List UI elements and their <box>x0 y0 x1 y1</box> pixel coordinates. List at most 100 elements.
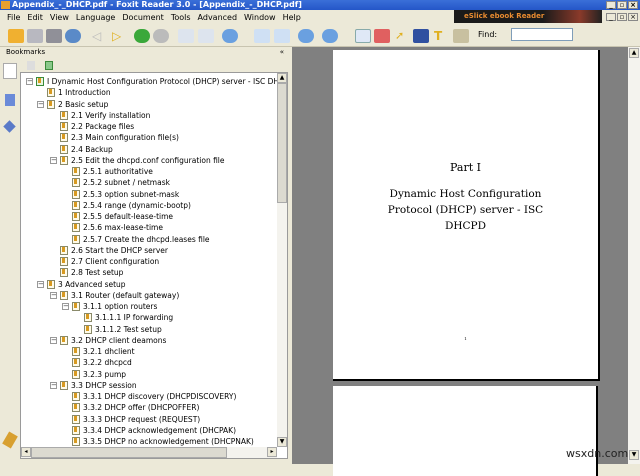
snapshot-icon[interactable] <box>374 29 390 43</box>
open-icon[interactable] <box>8 29 24 43</box>
bookmark-item[interactable]: 3.2.1 dhclient <box>72 346 135 357</box>
bookmark-item[interactable]: 2.1 Verify installation <box>60 110 150 121</box>
collapse-toggle[interactable]: − <box>62 303 69 310</box>
document-vertical-scrollbar[interactable]: ▲ ▼ <box>628 47 640 464</box>
ad-banner[interactable]: eSlick ebook Reader <box>454 10 602 23</box>
zoom-in-small-icon[interactable] <box>322 29 338 43</box>
bookmark-item[interactable]: 2.5 Edit the dhcpd.conf configuration fi… <box>60 155 225 166</box>
bookmark-item[interactable]: 2.5.2 subnet / netmask <box>72 177 170 188</box>
delete-bookmark-icon[interactable] <box>27 61 35 70</box>
zoom-out-icon[interactable] <box>298 29 314 43</box>
bookmark-horizontal-scrollbar[interactable]: ◂ ▸ <box>21 447 277 458</box>
rotate-left-icon[interactable] <box>178 29 194 43</box>
collapse-toggle[interactable]: − <box>37 280 44 288</box>
text-select-icon[interactable]: T <box>434 29 450 43</box>
doc-scroll-up-icon[interactable]: ▲ <box>629 48 639 58</box>
bookmark-vertical-scrollbar[interactable]: ▲ ▼ <box>277 73 287 447</box>
menu-help[interactable]: Help <box>283 13 301 22</box>
menu-edit[interactable]: Edit <box>27 13 43 22</box>
find-input[interactable] <box>511 28 573 41</box>
email-icon[interactable] <box>65 29 81 43</box>
bookmark-item[interactable]: 3.3.2 DHCP offer (DHCPOFFER) <box>72 402 199 413</box>
bookmark-item[interactable]: 2 Basic setup <box>47 99 108 110</box>
collapse-toggle[interactable]: − <box>50 336 57 344</box>
bookmark-icon <box>72 347 80 356</box>
add-bookmark-icon[interactable] <box>45 61 53 70</box>
bookmark-item[interactable]: 3.3 DHCP session <box>60 380 137 391</box>
doc-restore-button[interactable]: ▫ <box>617 13 627 21</box>
bookmark-item[interactable]: 2.5.3 option subnet-mask <box>72 189 179 200</box>
zoom-in-icon[interactable] <box>222 29 238 43</box>
pages-tab-icon[interactable] <box>5 94 15 106</box>
bookmark-item[interactable]: 2.5.7 Create the dhcpd.leases file <box>72 234 210 245</box>
next-page-icon[interactable]: ▷ <box>112 29 128 43</box>
forward-icon[interactable] <box>153 29 169 43</box>
bookmark-item[interactable]: 2.4 Backup <box>60 144 113 155</box>
menu-file[interactable]: File <box>7 13 20 22</box>
scroll-up-icon[interactable]: ▲ <box>277 73 287 83</box>
menu-document[interactable]: Document <box>122 13 163 22</box>
bookmark-item[interactable]: 3.1 Router (default gateway) <box>60 290 179 301</box>
bookmark-item[interactable]: 2.5.5 default-lease-time <box>72 211 173 222</box>
bookmarks-tab-icon[interactable] <box>3 63 17 79</box>
bookmark-item[interactable]: I Dynamic Host Configuration Protocol (D… <box>36 76 287 87</box>
fit-page-icon[interactable] <box>254 29 270 43</box>
previous-page-icon[interactable]: ◁ <box>92 29 108 43</box>
bookmark-item[interactable]: 3.1.1 option routers <box>72 301 157 312</box>
bookmark-item[interactable]: 2.6 Start the DHCP server <box>60 245 168 256</box>
bookmark-item[interactable]: 3.1.1.2 Test setup <box>84 324 162 335</box>
fit-width-icon[interactable] <box>274 29 290 43</box>
bookmark-item[interactable]: 3.2.2 dhcpcd <box>72 357 132 368</box>
image-select-icon[interactable] <box>453 29 469 43</box>
scroll-thumb[interactable] <box>277 83 287 203</box>
bookmark-item[interactable]: 1 Introduction <box>47 87 111 98</box>
close-button[interactable]: × <box>628 1 638 9</box>
bookmark-item[interactable]: 2.8 Test setup <box>60 267 123 278</box>
scroll-right-icon[interactable]: ▸ <box>267 447 277 457</box>
restore-button[interactable]: ▫ <box>617 1 627 9</box>
bookmark-item[interactable]: 3.3.5 DHCP no acknowledgement (DHCPNAK) <box>72 436 254 447</box>
doc-scroll-down-icon[interactable]: ▼ <box>629 450 639 460</box>
menu-language[interactable]: Language <box>76 13 115 22</box>
collapse-toggle[interactable]: − <box>37 100 44 108</box>
bookmark-item[interactable]: 3.1.1.1 IP forwarding <box>84 312 173 323</box>
menu-tools[interactable]: Tools <box>171 13 191 22</box>
menu-view[interactable]: View <box>50 13 69 22</box>
binoculars-icon[interactable] <box>413 29 429 43</box>
bookmark-item[interactable]: 3.3.1 DHCP discovery (DHCPDISCOVERY) <box>72 391 236 402</box>
bookmark-item[interactable]: 2.5.6 max-lease-time <box>72 222 163 233</box>
collapse-panel-icon[interactable]: « <box>280 47 284 57</box>
collapse-toggle[interactable]: − <box>50 291 57 299</box>
scroll-down-icon[interactable]: ▼ <box>277 437 287 447</box>
rotate-right-icon[interactable] <box>198 29 214 43</box>
bookmark-item[interactable]: 2.3 Main configuration file(s) <box>60 132 179 143</box>
select-arrow-icon[interactable]: ➚ <box>395 29 411 43</box>
bookmark-item[interactable]: 3.2.3 pump <box>72 369 126 380</box>
collapse-toggle[interactable]: − <box>50 156 57 164</box>
back-icon[interactable] <box>134 29 150 43</box>
bookmark-icon <box>60 122 68 131</box>
doc-close-button[interactable]: × <box>628 13 638 21</box>
collapse-toggle[interactable]: − <box>50 381 57 389</box>
bookmark-item[interactable]: 2.5.4 range (dynamic-bootp) <box>72 200 191 211</box>
bookmark-item[interactable]: 3.3.3 DHCP request (REQUEST) <box>72 414 200 425</box>
bookmark-item[interactable]: 3.3.4 DHCP acknowledgement (DHCPAK) <box>72 425 236 436</box>
bookmark-icon <box>47 99 55 109</box>
bookmark-item[interactable]: 2.5.1 authoritative <box>72 166 153 177</box>
scroll-left-icon[interactable]: ◂ <box>21 447 31 457</box>
bookmark-item[interactable]: 3.2 DHCP client deamons <box>60 335 166 346</box>
menu-window[interactable]: Window <box>244 13 276 22</box>
attachments-tab-icon[interactable] <box>2 431 18 449</box>
layers-tab-icon[interactable] <box>3 120 16 133</box>
bookmark-item[interactable]: 2.7 Client configuration <box>60 256 159 267</box>
hscroll-thumb[interactable] <box>31 447 227 458</box>
doc-minimize-button[interactable]: _ <box>606 13 616 21</box>
bookmark-item[interactable]: 2.2 Package files <box>60 121 134 132</box>
menu-advanced[interactable]: Advanced <box>198 13 238 22</box>
print-icon[interactable] <box>46 29 62 43</box>
bookmark-item[interactable]: 3 Advanced setup <box>47 279 126 290</box>
collapse-toggle[interactable]: − <box>26 78 33 85</box>
save-icon[interactable] <box>27 29 43 43</box>
minimize-button[interactable]: _ <box>606 1 616 9</box>
hand-tool-icon[interactable] <box>355 29 371 43</box>
